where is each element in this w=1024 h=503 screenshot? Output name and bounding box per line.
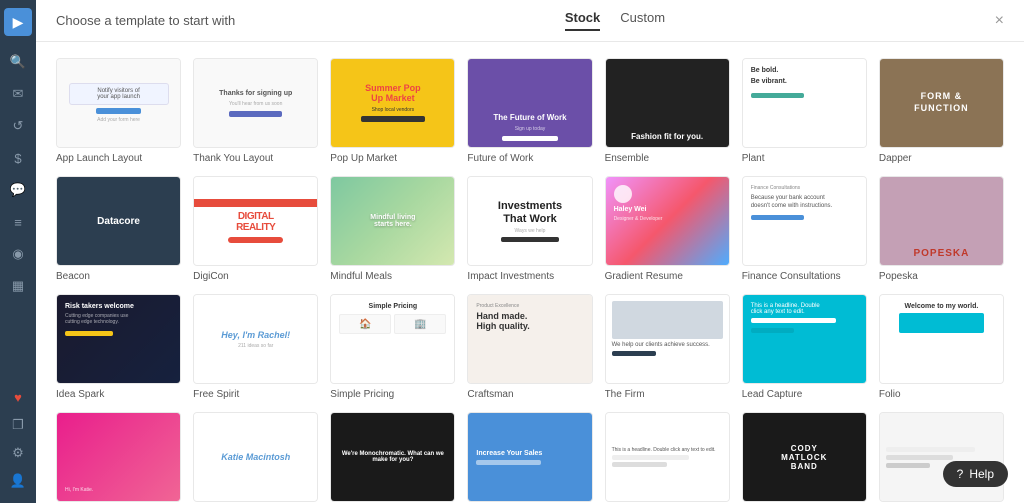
mindful-title-text: Mindful livingstarts here.	[370, 214, 415, 228]
template-label-craftsman: Craftsman	[467, 389, 592, 400]
tab-stock[interactable]: Stock	[565, 10, 600, 31]
sidebar-icon-chat[interactable]: 💬	[4, 176, 32, 204]
sidebar-icon-chart[interactable]: ▦	[4, 272, 32, 300]
template-finance[interactable]: Finance Consultations Because your bank …	[742, 176, 867, 282]
template-label-gradient: Gradient Resume	[605, 271, 730, 282]
template-mindful[interactable]: Mindful livingstarts here. Mindful Meals	[330, 176, 455, 282]
template-row4g[interactable]	[879, 412, 1004, 503]
sidebar: ▶ 🔍 ✉ ↺ $ 💬 ≡ ◉ ▦ ♥ ❐ ⚙ 👤	[0, 0, 36, 503]
template-label-dapper: Dapper	[879, 153, 1004, 164]
template-label-simplepricing: Simple Pricing	[330, 389, 455, 400]
template-popup[interactable]: Summer PopUp Market Shop local vendors P…	[330, 58, 455, 164]
template-impact[interactable]: InvestmentsThat Work Ways we help Impact…	[467, 176, 592, 282]
folio-title-text: Welcome to my world.	[905, 303, 979, 310]
sidebar-icon-refresh[interactable]: ↺	[4, 112, 32, 140]
template-label-app-launch: App Launch Layout	[56, 153, 181, 164]
template-label-beacon: Beacon	[56, 271, 181, 282]
help-icon: ?	[957, 467, 964, 481]
template-label-mindful: Mindful Meals	[330, 271, 455, 282]
template-plant[interactable]: Be bold. Be vibrant. Plant	[742, 58, 867, 164]
sidebar-icon-settings[interactable]: ⚙	[4, 439, 32, 467]
sidebar-icon-heart[interactable]: ♥	[4, 383, 32, 411]
sidebar-logo[interactable]: ▶	[4, 8, 32, 36]
template-beacon[interactable]: Datacore Beacon	[56, 176, 181, 282]
impact-title-text: InvestmentsThat Work	[498, 200, 562, 224]
row4f-text: CODYMATLOCKBAND	[781, 444, 827, 471]
template-label-popeska: Popeska	[879, 271, 1004, 282]
template-label-thank-you: Thank You Layout	[193, 153, 318, 164]
modal-header: Choose a template to start with Stock Cu…	[36, 0, 1024, 42]
template-grid-container: Notify visitors ofyour app launch Add yo…	[36, 42, 1024, 503]
template-label-leadcapture: Lead Capture	[742, 389, 867, 400]
ensemble-title-text: Fashion fit for you.	[631, 132, 703, 141]
template-row4c[interactable]: We're Monochromatic. What can we make fo…	[330, 412, 455, 503]
template-label-freespirit: Free Spirit	[193, 389, 318, 400]
template-ensemble[interactable]: Fashion fit for you. Ensemble	[605, 58, 730, 164]
template-craftsman[interactable]: Product Excellence Hand made.High qualit…	[467, 294, 592, 400]
template-label-ensemble: Ensemble	[605, 153, 730, 164]
dapper-title-text: FORM &FUNCTION	[914, 91, 969, 114]
sidebar-icon-globe[interactable]: ◉	[4, 240, 32, 268]
template-digicon[interactable]: DIGITALREALITY DigiCon	[193, 176, 318, 282]
template-label-digicon: DigiCon	[193, 271, 318, 282]
template-gradient[interactable]: Haley Wei Designer & Developer Gradient …	[605, 176, 730, 282]
template-label-finance: Finance Consultations	[742, 271, 867, 282]
sidebar-icon-dollar[interactable]: $	[4, 144, 32, 172]
template-grid: Notify visitors ofyour app launch Add yo…	[56, 58, 1004, 503]
template-dapper[interactable]: FORM &FUNCTION Dapper	[879, 58, 1004, 164]
template-folio[interactable]: Welcome to my world. Folio	[879, 294, 1004, 400]
close-button[interactable]: ×	[995, 13, 1004, 29]
sidebar-icon-email[interactable]: ✉	[4, 80, 32, 108]
row4e-text: This is a headline. Double click any tex…	[612, 447, 723, 453]
template-label-firm: The Firm	[605, 389, 730, 400]
freespirit-title-text: Hey, I'm Rachel!	[221, 330, 290, 340]
row4c-text: We're Monochromatic. What can we make fo…	[337, 451, 448, 463]
row4b-text: Katie Macintosh	[221, 452, 290, 462]
template-label-future: Future of Work	[467, 153, 592, 164]
beacon-title-text: Datacore	[97, 216, 140, 227]
template-future[interactable]: The Future of Work Sign up today Future …	[467, 58, 592, 164]
sidebar-icon-search[interactable]: 🔍	[4, 48, 32, 76]
leadcapture-title-text: This is a headline. Doubleclick any text…	[751, 303, 858, 315]
tab-custom[interactable]: Custom	[620, 10, 665, 31]
template-simplepricing[interactable]: Simple Pricing 🏠 🏢 Simple Pricing	[330, 294, 455, 400]
sidebar-icon-layers[interactable]: ❐	[4, 411, 32, 439]
template-freespirit[interactable]: Hey, I'm Rachel! 211 ideas so far Free S…	[193, 294, 318, 400]
modal-title: Choose a template to start with	[56, 13, 235, 28]
template-ideaspark[interactable]: Risk takers welcome Cutting edge compani…	[56, 294, 181, 400]
template-popeska[interactable]: POPESKA Popeska	[879, 176, 1004, 282]
template-firm[interactable]: We help our clients achieve success. The…	[605, 294, 730, 400]
template-row4e[interactable]: This is a headline. Double click any tex…	[605, 412, 730, 503]
sidebar-icon-user[interactable]: 👤	[4, 467, 32, 495]
template-thank-you[interactable]: Thanks for signing up You'll hear from u…	[193, 58, 318, 164]
firm-title-text: We help our clients achieve success.	[612, 342, 723, 348]
help-label: Help	[969, 467, 994, 481]
template-row4f[interactable]: CODYMATLOCKBAND	[742, 412, 867, 503]
digicon-title-text: DIGITALREALITY	[236, 211, 275, 233]
sidebar-icon-menu[interactable]: ≡	[4, 208, 32, 236]
main-content: Choose a template to start with Stock Cu…	[36, 0, 1024, 503]
template-label-plant: Plant	[742, 153, 867, 164]
template-label-impact: Impact Investments	[467, 271, 592, 282]
help-button[interactable]: ? Help	[943, 461, 1008, 487]
template-row4d[interactable]: Increase Your Sales	[467, 412, 592, 503]
template-label-popup: Pop Up Market	[330, 153, 455, 164]
template-label-ideaspark: Idea Spark	[56, 389, 181, 400]
gradient-name-text: Haley Wei	[614, 206, 721, 213]
template-label-folio: Folio	[879, 389, 1004, 400]
template-leadcapture[interactable]: This is a headline. Doubleclick any text…	[742, 294, 867, 400]
popup-title-text: Summer PopUp Market	[365, 84, 421, 104]
row4d-text: Increase Your Sales	[476, 450, 583, 457]
simplepricing-title-text: Simple Pricing	[369, 303, 418, 310]
ideaspark-title-text: Risk takers welcome	[65, 303, 172, 310]
template-row4b[interactable]: Katie Macintosh	[193, 412, 318, 503]
craftsman-title-text: Hand made.High quality.	[476, 312, 583, 332]
template-tabs: Stock Custom	[565, 10, 665, 31]
template-row4a[interactable]: Hi, I'm Katie.	[56, 412, 181, 503]
template-app-launch[interactable]: Notify visitors ofyour app launch Add yo…	[56, 58, 181, 164]
popeska-title-text: POPESKA	[913, 248, 969, 259]
future-title-text: The Future of Work	[493, 113, 566, 122]
